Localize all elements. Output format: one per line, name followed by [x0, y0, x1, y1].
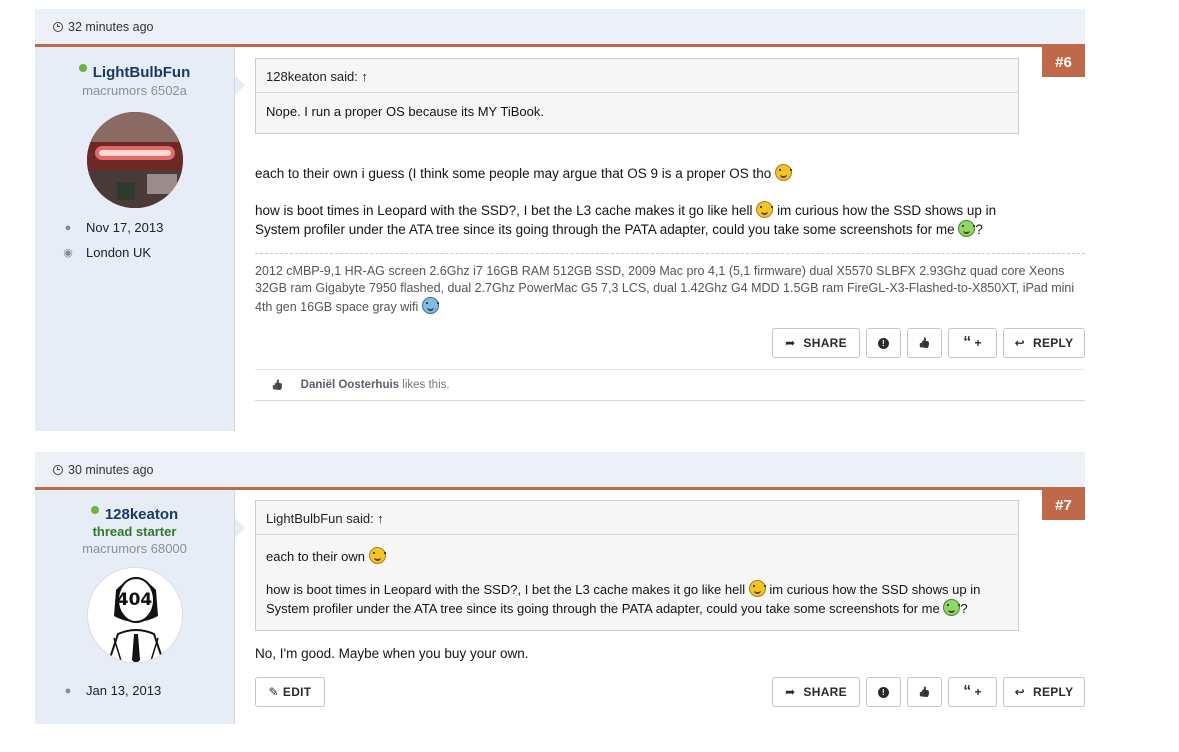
online-indicator	[90, 505, 99, 514]
online-indicator	[78, 63, 87, 72]
avatar[interactable]	[86, 112, 183, 208]
quote-button[interactable]: “+	[948, 328, 997, 358]
thumbs-up-icon: 👍	[918, 337, 931, 349]
smile-icon	[748, 580, 766, 597]
post-time[interactable]: 32 minutes ago	[68, 20, 153, 34]
join-date: Nov 17, 2013	[86, 220, 164, 235]
report-icon: !	[878, 337, 889, 349]
user-icon: ●	[64, 684, 72, 697]
thumbs-up-icon: 👍	[271, 380, 284, 391]
like-button[interactable]: 👍	[907, 677, 942, 707]
user-info: 128keaton thread starter macrumors 68000…	[35, 490, 245, 724]
reply-button[interactable]: ↩ REPLY	[1003, 677, 1085, 707]
smile-icon	[368, 547, 386, 564]
post-time[interactable]: 30 minutes ago	[68, 463, 153, 477]
likes-summary: 👍 Daniël Oosterhuis likes this.	[255, 369, 1085, 401]
grin-icon	[943, 599, 961, 616]
quote-icon: “	[963, 683, 972, 700]
grin-icon	[958, 220, 976, 237]
user-info: LightBulbFun macrumors 6502a ● Nov 17, 2…	[35, 47, 245, 431]
edit-button[interactable]: ✎ EDIT	[255, 677, 325, 707]
message-paragraph: each to their own i guess (I think some …	[255, 166, 772, 181]
post-6: 32 minutes ago LightBulbFun macrumors 65…	[35, 9, 1085, 431]
share-icon: ➦	[785, 336, 796, 350]
report-button[interactable]: !	[866, 328, 901, 358]
share-button[interactable]: ➦ SHARE	[772, 677, 860, 707]
thumbs-up-icon: 👍	[918, 686, 931, 698]
post-7: 30 minutes ago 128keaton thread starter …	[35, 452, 1085, 724]
post-number[interactable]: #6	[1042, 47, 1085, 77]
avatar-label: 404	[116, 590, 153, 610]
clock-icon	[53, 21, 63, 32]
quote-button[interactable]: “+	[948, 677, 997, 707]
post-actions: ➦ SHARE ! 👍 “+ ↩ REPLY	[255, 328, 1085, 358]
smile-icon	[756, 201, 774, 218]
map-pin-icon: ◉	[63, 247, 73, 259]
user-title: macrumors 6502a	[82, 83, 187, 98]
username[interactable]: LightBulbFun	[93, 64, 190, 81]
cool-icon	[421, 297, 439, 314]
user-icon: ●	[64, 221, 72, 234]
quote-author[interactable]: 128keaton said: ↑	[256, 59, 1018, 93]
report-button[interactable]: !	[866, 677, 901, 707]
post-content: #6 128keaton said: ↑ Nope. I run a prope…	[255, 47, 1085, 401]
reply-icon: ↩	[1014, 336, 1025, 350]
post-actions: ✎ EDIT ➦ SHARE ! 👍 “+ ↩ REPLY	[255, 677, 1085, 707]
user-title: macrumors 68000	[82, 541, 187, 556]
pencil-icon: ✎	[268, 685, 279, 699]
quote-author[interactable]: LightBulbFun said: ↑	[256, 501, 1018, 535]
reply-button[interactable]: ↩ REPLY	[1003, 328, 1085, 358]
report-icon: !	[878, 686, 889, 698]
clock-icon	[53, 464, 63, 475]
post-header: 30 minutes ago	[35, 452, 1085, 490]
location: London UK	[86, 245, 152, 260]
quote-text: each to their own how is boot times in L…	[266, 547, 981, 616]
quote-text: Nope. I run a proper OS because its MY T…	[266, 104, 544, 119]
smile-icon	[775, 164, 793, 181]
like-button[interactable]: 👍	[907, 328, 942, 358]
signature: 2012 cMBP-9,1 HR-AG screen 2.6Ghz i7 16G…	[255, 253, 1085, 316]
liker-name[interactable]: Daniël Oosterhuis	[301, 379, 399, 391]
post-number[interactable]: #7	[1042, 490, 1085, 520]
username[interactable]: 128keaton	[105, 506, 178, 523]
thread-starter-badge: thread starter	[92, 524, 177, 539]
message-body: each to their own i guess (I think some …	[255, 164, 997, 237]
share-button[interactable]: ➦ SHARE	[772, 328, 860, 358]
share-icon: ➦	[785, 685, 796, 699]
quote-block: 128keaton said: ↑ Nope. I run a proper O…	[255, 58, 1019, 134]
quote-icon: “	[963, 334, 972, 351]
message-paragraph: how is boot times in Leopard with the SS…	[255, 203, 753, 218]
reply-icon: ↩	[1014, 685, 1025, 699]
post-header: 32 minutes ago	[35, 9, 1085, 47]
quote-block: LightBulbFun said: ↑ each to their own h…	[255, 500, 1019, 631]
post-content: #7 LightBulbFun said: ↑ each to their ow…	[255, 490, 1085, 707]
join-date: Jan 13, 2013	[86, 683, 162, 698]
avatar[interactable]: 404	[86, 567, 183, 663]
message-body: No, I'm good. Maybe when you buy your ow…	[255, 646, 529, 661]
